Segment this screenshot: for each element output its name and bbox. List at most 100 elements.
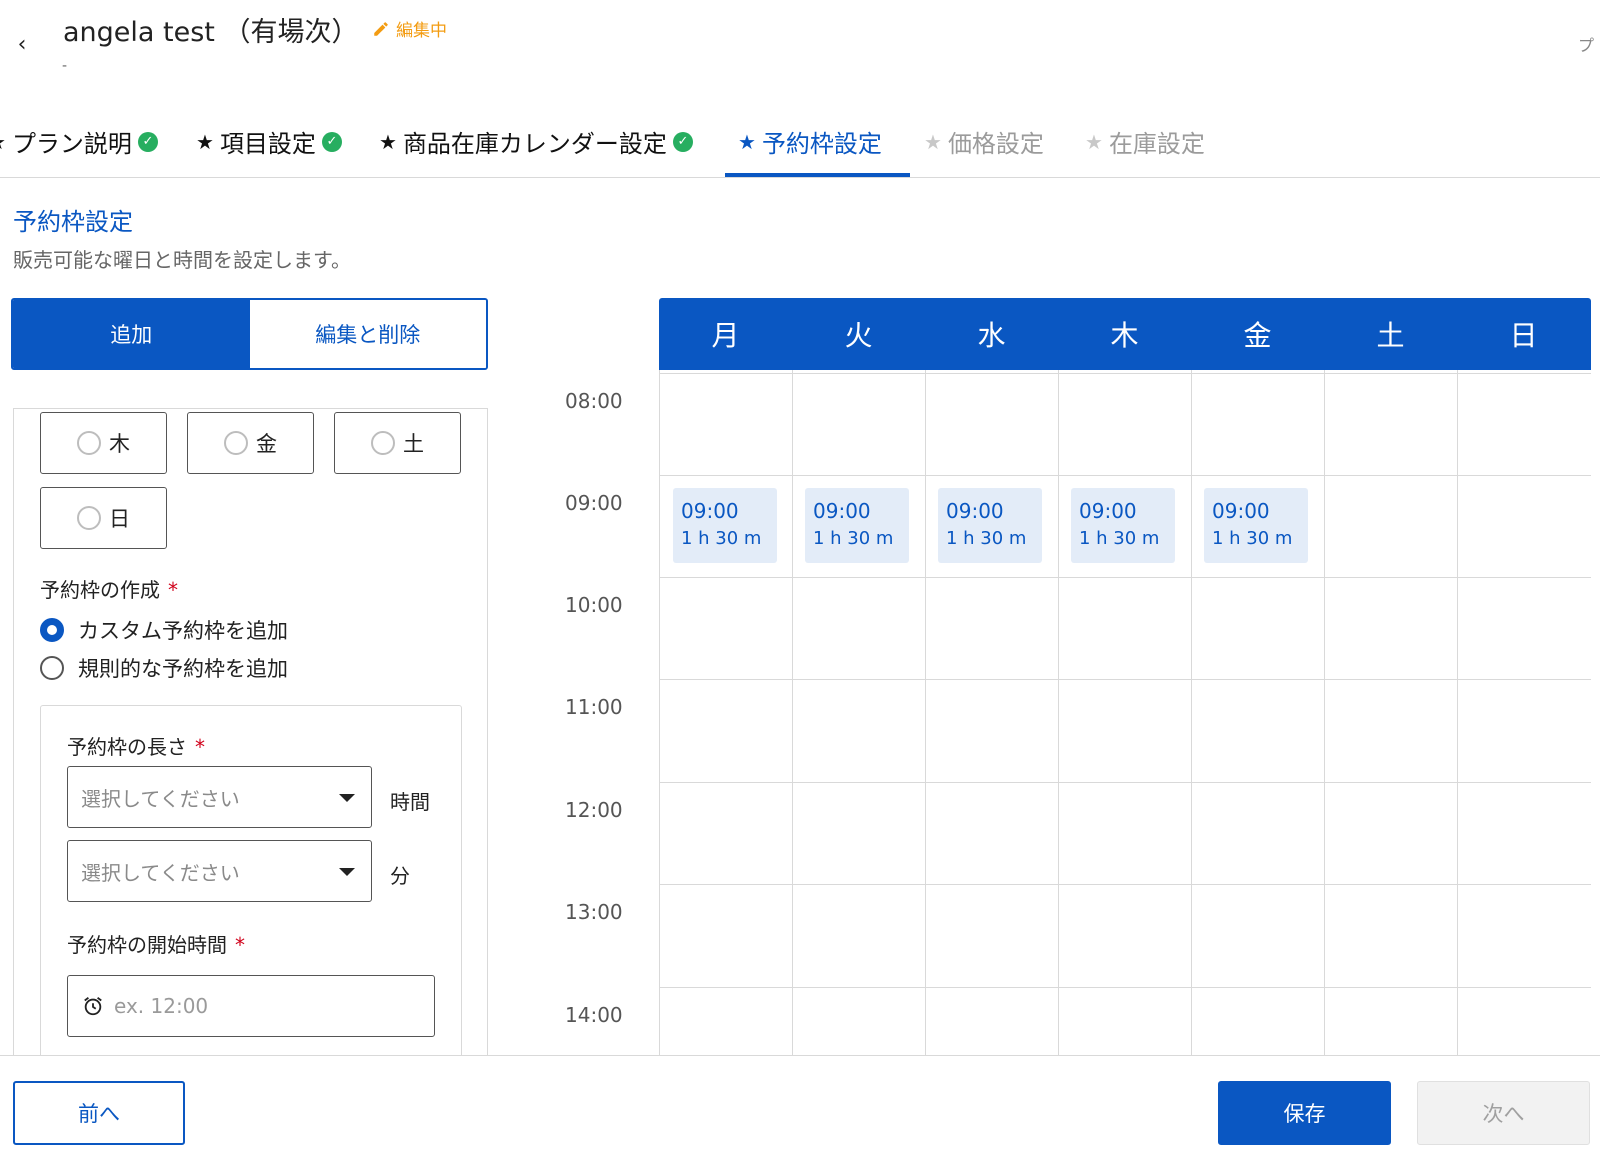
radio-custom-slot[interactable]: カスタム予約枠を追加 (40, 615, 288, 645)
calendar-day-header: 月 火 水 木 金 土 日 (659, 298, 1591, 370)
minutes-unit-label: 分 (390, 864, 410, 888)
grid-row-divider (660, 987, 1591, 988)
day-header-sat: 土 (1376, 319, 1405, 352)
start-time-input[interactable]: ex. 12:00 (67, 975, 435, 1037)
step-slot-settings[interactable]: ★ 予約枠設定 (738, 124, 882, 159)
step-price-settings[interactable]: ★ 価格設定 (924, 124, 1044, 159)
day-option-label: 金 (256, 432, 277, 456)
slot-block-wed[interactable]: 09:00 1 h 30 m (938, 488, 1042, 563)
slot-form-panel[interactable]: 木 金 土 日 予約枠の作成 * カスタム予約枠を追加 規則的な予約枠を追加 予約… (13, 408, 488, 1058)
time-label: 10:00 (565, 593, 623, 617)
step-inventory-calendar[interactable]: ★ 商品在庫カレンダー設定 ✓ (379, 124, 693, 159)
editing-status-badge: 編集中 (372, 16, 447, 41)
slot-start-time: 09:00 (813, 499, 871, 523)
grid-column-divider (1324, 370, 1325, 1055)
dropdown-caret-icon (339, 868, 355, 876)
step-label: 価格設定 (947, 130, 1044, 158)
check-circle-icon: ✓ (672, 131, 693, 152)
day-option-sun[interactable]: 日 (40, 487, 167, 549)
slot-duration: 1 h 30 m (1212, 528, 1293, 549)
step-plan-description[interactable]: ★ プラン説明 ✓ (0, 124, 158, 159)
slot-start-time: 09:00 (681, 499, 739, 523)
save-button[interactable]: 保存 (1218, 1081, 1391, 1145)
slot-block-tue[interactable]: 09:00 1 h 30 m (805, 488, 909, 563)
section-description: 販売可能な曜日と時間を設定します。 (13, 248, 351, 272)
hours-unit-label: 時間 (390, 790, 430, 814)
step-label: 商品在庫カレンダー設定 (402, 130, 667, 158)
time-label: 12:00 (565, 798, 623, 822)
radio-regular-slot[interactable]: 規則的な予約枠を追加 (40, 653, 288, 683)
step-label: 予約枠設定 (761, 130, 882, 158)
alarm-clock-icon (84, 997, 102, 1016)
slot-start-time: 09:00 (1212, 499, 1270, 523)
radio-circle-icon (77, 506, 101, 530)
day-header-sun: 日 (1509, 319, 1538, 352)
star-icon: ★ (738, 129, 756, 154)
day-header-fri: 金 (1243, 319, 1272, 352)
step-stock-settings[interactable]: ★ 在庫設定 (1085, 124, 1205, 159)
time-label: 13:00 (565, 900, 623, 924)
back-chevron-icon[interactable]: ‹ (10, 30, 34, 60)
grid-row-divider (660, 884, 1591, 885)
active-step-indicator (725, 173, 910, 177)
pencil-icon (374, 21, 388, 36)
mode-tabs: 追加 編集と削除 (11, 298, 488, 370)
step-label: 項目設定 (219, 130, 316, 158)
day-option-label: 木 (109, 432, 130, 456)
day-option-label: 日 (109, 507, 130, 531)
grid-row-divider (660, 373, 1591, 374)
time-label: 09:00 (565, 491, 623, 515)
hours-select[interactable]: 選択してください (67, 766, 372, 828)
plan-subtitle: - (62, 58, 68, 74)
time-label: 11:00 (565, 695, 623, 719)
step-item-settings[interactable]: ★ 項目設定 ✓ (196, 124, 342, 159)
radio-label: カスタム予約枠を追加 (78, 619, 288, 643)
calendar-grid[interactable] (659, 370, 1591, 1055)
grid-column-divider (792, 370, 793, 1055)
time-label: 14:00 (565, 1003, 623, 1027)
dropdown-caret-icon (339, 794, 355, 802)
start-time-placeholder: ex. 12:00 (114, 994, 209, 1018)
radio-circle-icon (371, 431, 395, 455)
slot-duration: 1 h 30 m (1079, 528, 1160, 549)
tab-add[interactable]: 追加 (13, 300, 250, 368)
time-label: 08:00 (565, 389, 623, 413)
prev-button[interactable]: 前へ (13, 1081, 185, 1145)
slot-block-thu[interactable]: 09:00 1 h 30 m (1071, 488, 1175, 563)
day-header-mon: 月 (711, 319, 740, 352)
day-option-label: 土 (403, 432, 424, 456)
radio-circle-icon (224, 431, 248, 455)
radio-circle-icon (77, 431, 101, 455)
day-header-wed: 水 (977, 319, 1006, 352)
minutes-select[interactable]: 選択してください (67, 840, 372, 902)
required-mark: * (195, 735, 205, 759)
grid-column-divider (1058, 370, 1059, 1055)
check-circle-icon: ✓ (321, 131, 342, 152)
step-label: 在庫設定 (1108, 130, 1205, 158)
page-header: ‹ angela test （有場次） 編集中 - プ (0, 0, 1600, 100)
section-title: 予約枠設定 (13, 208, 133, 236)
tab-edit-delete[interactable]: 編集と削除 (249, 300, 486, 368)
step-navigation: ★ プラン説明 ✓ ★ 項目設定 ✓ ★ 商品在庫カレンダー設定 ✓ ★ 予約枠… (0, 110, 1600, 178)
slot-duration: 1 h 30 m (813, 528, 894, 549)
hours-select-placeholder: 選択してください (81, 786, 240, 811)
required-mark: * (235, 933, 245, 957)
radio-label: 規則的な予約枠を追加 (78, 657, 288, 681)
step-label: プラン説明 (11, 130, 132, 158)
radio-unselected-icon (40, 656, 64, 680)
grid-column-divider (1191, 370, 1192, 1055)
slot-start-time: 09:00 (1079, 499, 1137, 523)
header-right-text: プ (1578, 36, 1595, 55)
star-icon: ★ (379, 129, 397, 154)
day-option-fri[interactable]: 金 (187, 412, 314, 474)
slot-block-mon[interactable]: 09:00 1 h 30 m (673, 488, 777, 563)
grid-column-divider (925, 370, 926, 1055)
grid-row-divider (660, 679, 1591, 680)
grid-row-divider (660, 475, 1591, 476)
next-button[interactable]: 次へ (1417, 1081, 1590, 1145)
check-circle-icon: ✓ (137, 131, 158, 152)
slot-block-fri[interactable]: 09:00 1 h 30 m (1204, 488, 1308, 563)
day-option-thu[interactable]: 木 (40, 412, 167, 474)
editing-status-text: 編集中 (396, 21, 447, 41)
day-option-sat[interactable]: 土 (334, 412, 461, 474)
